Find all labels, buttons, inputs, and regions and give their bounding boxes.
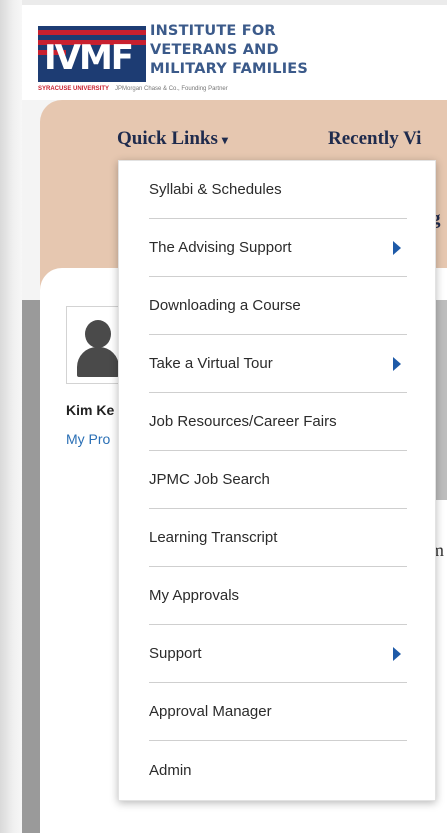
user-silhouette-body <box>77 347 119 377</box>
left-gutter <box>22 300 40 833</box>
chevron-right-icon <box>393 357 401 371</box>
menu-item-label: Syllabi & Schedules <box>149 181 282 198</box>
logo-footer-partner: JPMorgan Chase & Co., Founding Partner <box>115 86 228 92</box>
menu-item-label: Downloading a Course <box>149 297 301 314</box>
quick-links-dropdown: Syllabi & Schedules The Advising Support D… <box>118 160 436 801</box>
logo-mark: IVMF <box>38 26 146 82</box>
menu-item-label: Support <box>149 645 202 662</box>
chevron-down-icon: ▾ <box>221 133 228 147</box>
my-profile-link[interactable]: My Pro <box>66 431 110 447</box>
logo-mark-text: IVMF <box>44 38 134 78</box>
right-image-edge <box>436 300 447 500</box>
menu-item-syllabi-schedules[interactable]: Syllabi & Schedules <box>149 161 407 219</box>
menu-item-admin[interactable]: Admin <box>149 741 407 799</box>
logo-name-line2: VETERANS AND <box>150 42 279 58</box>
quick-links-label: Quick Links <box>117 128 218 149</box>
logo-footer-university: SYRACUSE UNIVERSITY <box>38 86 110 92</box>
menu-item-job-resources-career-fairs[interactable]: Job Resources/Career Fairs <box>149 393 407 451</box>
menu-item-my-approvals[interactable]: My Approvals <box>149 567 407 625</box>
logo-name: INSTITUTE FOR VETERANS AND MILITARY FAMI… <box>150 22 310 79</box>
logo-name-line1: INSTITUTE FOR <box>150 23 276 39</box>
menu-item-label: Approval Manager <box>149 703 272 720</box>
chevron-right-icon <box>393 241 401 255</box>
ivmf-logo[interactable]: IVMF INSTITUTE FOR VETERANS AND MILITARY… <box>38 22 308 100</box>
menu-item-downloading-a-course[interactable]: Downloading a Course <box>149 277 407 335</box>
menu-item-label: Admin <box>149 761 192 779</box>
logo-name-line3: MILITARY FAMILIES <box>150 61 309 77</box>
menu-item-label: Job Resources/Career Fairs <box>149 413 337 430</box>
profile-name: Kim Ke <box>66 402 115 418</box>
menu-item-label: Learning Transcript <box>149 529 278 546</box>
menu-item-take-a-virtual-tour[interactable]: Take a Virtual Tour <box>149 335 407 393</box>
menu-item-support[interactable]: Support <box>149 625 407 683</box>
menu-item-label: The Advising Support <box>149 239 292 256</box>
user-silhouette-icon <box>85 320 111 348</box>
menu-item-label: My Approvals <box>149 587 240 604</box>
menu-item-the-advising-support[interactable]: The Advising Support <box>149 219 407 277</box>
menu-item-label: Take a Virtual Tour <box>149 355 273 372</box>
logo-footer: SYRACUSE UNIVERSITY JPMorgan Chase & Co.,… <box>38 86 228 92</box>
window-frame <box>0 0 22 833</box>
quick-links-menu-toggle[interactable]: Quick Links ▾ <box>117 128 228 150</box>
menu-item-jpmc-job-search[interactable]: JPMC Job Search <box>149 451 407 509</box>
menu-item-learning-transcript[interactable]: Learning Transcript <box>149 509 407 567</box>
avatar[interactable] <box>66 306 124 384</box>
menu-item-label: JPMC Job Search <box>149 471 270 488</box>
recently-viewed-link[interactable]: Recently Vi <box>328 128 421 150</box>
menu-item-approval-manager[interactable]: Approval Manager <box>149 683 407 741</box>
chevron-right-icon <box>393 647 401 661</box>
